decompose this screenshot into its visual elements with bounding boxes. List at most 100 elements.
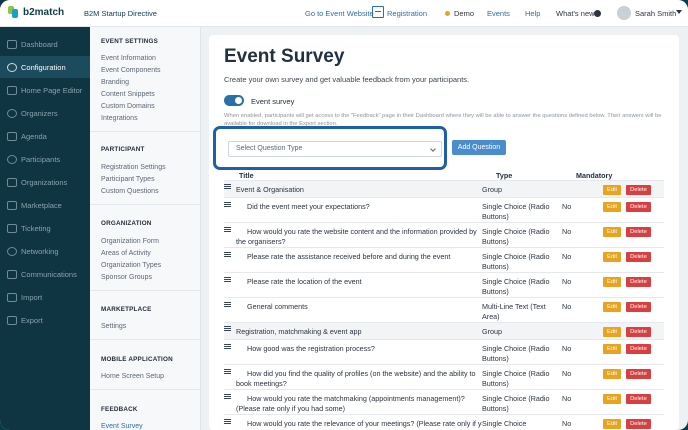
- registration-icon[interactable]: [372, 6, 384, 18]
- sidebar-item-participants[interactable]: Participants: [0, 148, 90, 170]
- subnav-areas-of-activity[interactable]: Areas of Activity: [101, 250, 151, 257]
- logo[interactable]: b2match: [8, 6, 64, 19]
- edit-button[interactable]: Edit: [603, 302, 621, 312]
- edit-button[interactable]: Edit: [603, 185, 621, 195]
- events-link[interactable]: Events: [487, 9, 510, 18]
- avatar[interactable]: [617, 6, 631, 20]
- delete-button[interactable]: Delete: [626, 369, 651, 379]
- table-row: How did you find the quality of profiles…: [224, 364, 664, 389]
- subnav-integrations[interactable]: Integrations: [101, 115, 138, 122]
- row-mandatory: No: [562, 344, 572, 353]
- whats-new-icon[interactable]: [594, 10, 601, 17]
- subnav-event-survey[interactable]: Event Survey: [101, 423, 143, 430]
- subnav-custom-domains[interactable]: Custom Domains: [101, 103, 155, 110]
- building-icon: [7, 177, 17, 187]
- edit-button[interactable]: Edit: [603, 227, 621, 237]
- edit-button[interactable]: Edit: [603, 277, 621, 287]
- subnav-organization-types[interactable]: Organization Types: [101, 262, 161, 269]
- page-icon: [7, 85, 17, 95]
- edit-button[interactable]: Edit: [603, 327, 621, 337]
- edit-button[interactable]: Edit: [603, 394, 621, 404]
- sidebar-item-networking[interactable]: Networking: [0, 240, 90, 262]
- add-question-button[interactable]: Add Question: [452, 140, 506, 155]
- delete-button[interactable]: Delete: [626, 419, 651, 429]
- row-title: Registration, matchmaking & event app: [236, 327, 362, 336]
- top-bar: b2match B2M Startup Directive Go to Even…: [0, 0, 688, 27]
- delete-button[interactable]: Delete: [626, 277, 651, 287]
- drag-handle-icon[interactable]: [224, 252, 231, 257]
- section-organization: ORGANIZATION: [101, 220, 152, 227]
- delete-button[interactable]: Delete: [626, 327, 651, 337]
- whats-new-link[interactable]: What's new: [556, 9, 595, 18]
- drag-handle-icon[interactable]: [224, 344, 231, 349]
- divider: [90, 290, 200, 291]
- drag-handle-icon[interactable]: [224, 184, 231, 189]
- edit-button[interactable]: Edit: [603, 252, 621, 262]
- delete-button[interactable]: Delete: [626, 185, 651, 195]
- dashboard-icon: [7, 39, 17, 49]
- row-title: General comments: [247, 302, 308, 311]
- delete-button[interactable]: Delete: [626, 394, 651, 404]
- organizers-icon: [7, 108, 17, 118]
- subnav-event-components[interactable]: Event Components: [101, 67, 161, 74]
- subnav-content-snippets[interactable]: Content Snippets: [101, 91, 155, 98]
- subnav-branding[interactable]: Branding: [101, 79, 129, 86]
- subnav-event-information[interactable]: Event Information: [101, 55, 156, 62]
- edit-button[interactable]: Edit: [603, 202, 621, 212]
- row-type: Single Choice (Radio Buttons): [482, 202, 550, 221]
- registration-link[interactable]: Registration: [387, 9, 427, 18]
- delete-button[interactable]: Delete: [626, 252, 651, 262]
- sidebar-item-marketplace[interactable]: Marketplace: [0, 194, 90, 216]
- sidebar-item-organizers[interactable]: Organizers: [0, 102, 90, 124]
- sidebar-item-ticketing[interactable]: Ticketing: [0, 217, 90, 239]
- subnav-sponsor-groups[interactable]: Sponsor Groups: [101, 274, 152, 281]
- drag-handle-icon[interactable]: [224, 277, 231, 282]
- subnav-home-screen-setup[interactable]: Home Screen Setup: [101, 373, 164, 380]
- question-type-highlight: Select Question Type: [213, 126, 447, 170]
- ticket-icon: [7, 223, 17, 233]
- drag-handle-icon[interactable]: [224, 369, 231, 374]
- sidebar-item-communications[interactable]: Communications: [0, 263, 90, 285]
- edit-button[interactable]: Edit: [603, 344, 621, 354]
- sidebar-item-import[interactable]: Import: [0, 286, 90, 308]
- drag-handle-icon[interactable]: [224, 326, 231, 331]
- chevron-down-icon: [430, 146, 436, 152]
- sidebar-item-configuration[interactable]: Configuration: [0, 56, 90, 78]
- delete-button[interactable]: Delete: [626, 202, 651, 212]
- delete-button[interactable]: Delete: [626, 227, 651, 237]
- sidebar-item-organizations[interactable]: Organizations: [0, 171, 90, 193]
- select-question-type[interactable]: Select Question Type: [228, 141, 442, 157]
- sidebar-item-export[interactable]: Export: [0, 309, 90, 331]
- subnav-custom-questions[interactable]: Custom Questions: [101, 188, 159, 195]
- config-subnav: EVENT SETTINGS Event Information Event C…: [90, 27, 201, 430]
- chevron-down-icon[interactable]: [676, 10, 682, 14]
- subnav-registration-settings[interactable]: Registration Settings: [101, 164, 166, 171]
- drag-handle-icon[interactable]: [224, 302, 231, 307]
- sidebar-item-agenda[interactable]: Agenda: [0, 125, 90, 147]
- subnav-participant-types[interactable]: Participant Types: [101, 176, 155, 183]
- table-row: How good was the registration process? S…: [224, 339, 664, 364]
- drag-handle-icon[interactable]: [224, 227, 231, 232]
- marketplace-icon: [7, 200, 17, 210]
- event-survey-toggle[interactable]: [224, 95, 244, 106]
- drag-handle-icon[interactable]: [224, 394, 231, 399]
- edit-button[interactable]: Edit: [603, 369, 621, 379]
- header-title: Title: [239, 171, 254, 180]
- event-name: B2M Startup Directive: [84, 9, 157, 18]
- user-name[interactable]: Sarah Smith: [635, 9, 676, 18]
- edit-button[interactable]: Edit: [603, 419, 621, 429]
- help-link[interactable]: Help: [525, 9, 540, 18]
- drag-handle-icon[interactable]: [224, 419, 231, 424]
- sidebar-item-dashboard[interactable]: Dashboard: [0, 33, 90, 55]
- row-mandatory: No: [562, 394, 572, 403]
- drag-handle-icon[interactable]: [224, 202, 231, 207]
- subnav-organization-form[interactable]: Organization Form: [101, 238, 159, 245]
- go-to-event-website-link[interactable]: Go to Event Website: [305, 9, 374, 18]
- divider: [90, 131, 200, 132]
- header-mandatory: Mandatory: [576, 171, 613, 180]
- demo-link[interactable]: Demo: [454, 9, 474, 18]
- sidebar-item-home-page-editor[interactable]: Home Page Editor: [0, 79, 90, 101]
- subnav-marketplace-settings[interactable]: Settings: [101, 323, 126, 330]
- delete-button[interactable]: Delete: [626, 344, 651, 354]
- delete-button[interactable]: Delete: [626, 302, 651, 312]
